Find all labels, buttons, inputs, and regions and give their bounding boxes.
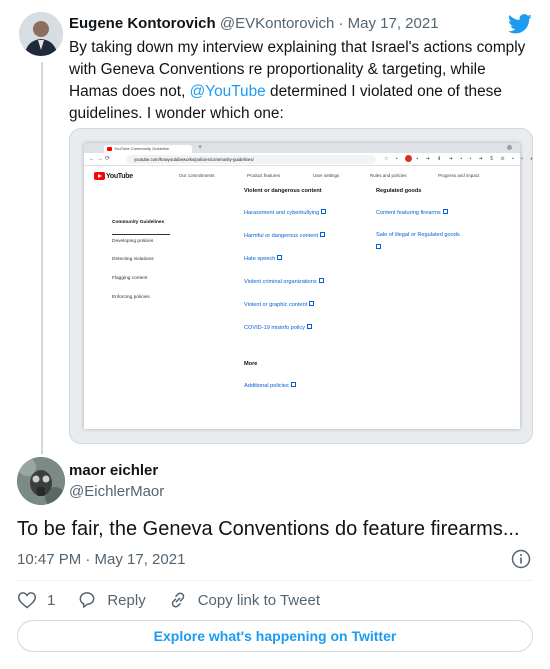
yt-policy-link: Violent or graphic content	[244, 301, 315, 308]
youtube-logo: YouTube	[94, 172, 133, 180]
new-tab-icon: +	[198, 144, 203, 151]
browser-extension-icons: ☆ ▪ ▪ ➜ ⬇ ➜ ▪ ▪ ➜ $ ⊘ ▪ ▪ ●	[384, 155, 533, 163]
external-link-icon	[277, 255, 283, 260]
browser-window-screenshot: YouTube Community Guideline + ←→⟳ youtub…	[84, 143, 532, 429]
parent-tweet-header: Eugene Kontorovich @EVKontorovich · May …	[69, 15, 439, 32]
explore-twitter-button[interactable]: Explore what's happening on Twitter	[17, 620, 533, 652]
external-link-icon	[318, 278, 324, 283]
yt-sidebar-item: Enforcing policies	[112, 295, 150, 300]
yt-policy-link: Hate speech	[244, 255, 283, 262]
youtube-favicon-icon	[107, 147, 112, 151]
action-divider	[17, 580, 533, 581]
external-link-icon	[290, 382, 296, 387]
yt-policy-link: Violent criminal organizations	[244, 278, 324, 285]
parent-tweet-date[interactable]: May 17, 2021	[348, 15, 439, 32]
like-button[interactable]: 1	[17, 590, 55, 610]
external-link-icon	[376, 244, 381, 249]
external-link-icon	[442, 209, 448, 214]
yt-sidebar-item-active: Community Guidelines	[112, 220, 165, 225]
browser-omnibox: youtube.com/howyoutubeworks/policies/com…	[126, 155, 376, 164]
yt-more-heading: More	[244, 361, 258, 367]
yt-sidebar-item: Detecting violations	[112, 257, 154, 262]
yt-nav-item: Progress and impact	[438, 173, 480, 178]
yt-policy-link: Sale of illegal or Regulated goods	[376, 232, 460, 238]
yt-policy-link: Additional policies	[244, 382, 296, 389]
heart-icon	[17, 592, 37, 609]
tweet-actions-bar: 1 Reply Copy link to Tweet	[17, 588, 342, 612]
reply-author-name[interactable]: maor eichler	[69, 462, 158, 479]
browser-tab: YouTube Community Guideline	[104, 145, 192, 153]
browser-nav-icons: ←→⟳	[89, 156, 113, 162]
yt-sidebar-item: Developing policies	[112, 239, 154, 244]
yt-sidebar-active-underline	[112, 234, 170, 235]
youtube-site-header: YouTube Our commitments Product features…	[84, 166, 520, 186]
youtube-play-icon	[94, 172, 105, 180]
tweet-attached-image[interactable]: YouTube Community Guideline + ←→⟳ youtub…	[69, 128, 533, 444]
reply-label: Reply	[107, 591, 146, 609]
link-icon	[171, 592, 184, 608]
yt-policy-link: Harmful or dangerous content	[244, 232, 326, 239]
external-link-icon	[320, 232, 326, 237]
reply-tweet-timestamp[interactable]: 10:47 PM · May 17, 2021	[17, 551, 185, 568]
yt-policy-link: Harassment and cyberbullying	[244, 209, 327, 216]
external-link-icon	[321, 209, 327, 214]
reply-author-avatar[interactable]	[17, 457, 65, 505]
yt-nav-item: User settings	[313, 173, 340, 178]
external-link-icon	[309, 301, 315, 306]
copy-link-label: Copy link to Tweet	[197, 591, 320, 609]
yt-policy-link: Content featuring firearms	[376, 209, 448, 216]
info-icon[interactable]	[511, 549, 531, 569]
tweet-embed-card: Eugene Kontorovich @EVKontorovich · May …	[0, 0, 550, 669]
yt-policy-link-icon-row	[376, 244, 381, 251]
yt-violent-content-heading: Violent or dangerous content	[244, 188, 322, 194]
browser-url-bar: ←→⟳ youtube.com/howyoutubeworks/policies…	[84, 153, 532, 166]
browser-tab-title: YouTube Community Guideline	[114, 146, 170, 151]
reply-author-handle[interactable]: @EichlerMaor	[69, 483, 164, 500]
reply-tweet-text: To be fair, the Geneva Conventions do fe…	[17, 518, 520, 540]
reply-button[interactable]: Reply	[77, 590, 146, 610]
yt-regulated-goods-heading: Regulated goods	[376, 188, 422, 194]
twitter-bird-icon[interactable]	[508, 14, 532, 34]
browser-tab-bar: YouTube Community Guideline +	[84, 143, 520, 153]
yt-nav-item: Our commitments	[179, 173, 215, 178]
copy-link-button[interactable]: Copy link to Tweet	[168, 590, 320, 610]
yt-policy-link: COVID-19 misinfo policy	[244, 324, 312, 331]
youtube-mention-link[interactable]: @YouTube	[190, 83, 266, 100]
browser-url-text: youtube.com/howyoutubeworks/policies/com…	[134, 157, 254, 162]
date-separator: ·	[334, 15, 348, 32]
yt-sidebar-item: Flagging content	[112, 276, 148, 281]
reply-bubble-icon	[79, 592, 95, 608]
parent-tweet-text: By taking down my interview explaining t…	[69, 37, 529, 125]
external-link-icon	[306, 324, 312, 329]
parent-author-avatar[interactable]	[19, 12, 63, 56]
like-count: 1	[47, 591, 56, 609]
parent-author-handle[interactable]: @EVKontorovich	[220, 15, 334, 32]
thread-connector-line	[41, 62, 43, 454]
window-control-icon	[507, 145, 512, 150]
yt-nav-item: Rules and policies	[370, 173, 407, 178]
youtube-logo-text: YouTube	[106, 172, 133, 180]
yt-nav-item: Product features	[247, 173, 281, 178]
parent-author-name[interactable]: Eugene Kontorovich	[69, 15, 216, 32]
